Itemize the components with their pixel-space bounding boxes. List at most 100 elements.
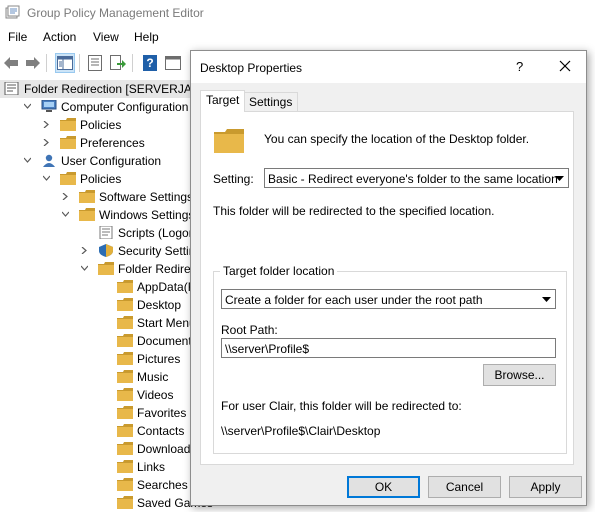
tree-item-label: Desktop — [137, 298, 182, 312]
apply-button[interactable]: Apply — [509, 476, 582, 498]
tree-item[interactable]: Start Menu — [0, 314, 200, 332]
cancel-button[interactable]: Cancel — [428, 476, 501, 498]
security-icon — [99, 244, 113, 257]
tree-item[interactable]: Folder Redirection [SERVERJAEH — [0, 80, 209, 98]
tree-item[interactable]: Policies — [0, 170, 200, 188]
browse-button[interactable]: Browse... — [483, 364, 556, 386]
title-bar: Group Policy Management Editor — [0, 0, 595, 26]
tree-item-label: Policies — [80, 172, 122, 186]
location-value: Create a folder for each user under the … — [225, 293, 483, 307]
tree-item-label: Start Menu — [137, 316, 196, 330]
folder-icon — [117, 370, 133, 383]
setting-value: Basic - Redirect everyone's folder to th… — [268, 172, 558, 186]
forward-icon — [26, 57, 40, 69]
root-path-value: \\server\Profile$ — [225, 342, 310, 356]
folder-icon — [79, 208, 95, 221]
chevron-right-icon[interactable] — [43, 139, 50, 146]
chevron-down-icon[interactable] — [81, 265, 88, 272]
tree-item[interactable]: Policies — [0, 116, 200, 134]
chevron-down-icon[interactable] — [43, 175, 50, 182]
menu-bar: File Action View Help — [0, 28, 595, 48]
tree-item[interactable]: Music — [0, 368, 200, 386]
folder-icon — [79, 190, 95, 203]
export-icon — [110, 55, 126, 70]
root-path-input[interactable]: \\server\Profile$ — [221, 338, 556, 358]
policy-icon — [4, 82, 19, 95]
tree-item-label: Documents — [137, 334, 198, 348]
tree-item[interactable]: Searches — [0, 476, 200, 494]
help-icon: ? — [143, 55, 157, 71]
chevron-down-icon[interactable] — [24, 157, 31, 164]
tab-target[interactable]: Target — [200, 90, 246, 112]
folder-icon — [117, 496, 133, 509]
tree-item[interactable]: Links — [0, 458, 200, 476]
menu-help[interactable]: Help — [134, 30, 159, 44]
chevron-down-icon[interactable] — [24, 103, 31, 110]
setting-dropdown[interactable]: Basic - Redirect everyone's folder to th… — [264, 168, 569, 188]
menu-action[interactable]: Action — [43, 30, 76, 44]
tree-item[interactable]: Software Settings — [0, 188, 200, 206]
tree-item[interactable]: Saved Games — [0, 494, 213, 512]
ok-button[interactable]: OK — [347, 476, 420, 498]
tree-item[interactable]: User Configuration — [0, 152, 200, 170]
tree-item[interactable]: Computer Configuration — [0, 98, 200, 116]
folder-icon — [117, 424, 133, 437]
chevron-down-icon — [538, 290, 555, 308]
user-info-text: For user Clair, this folder will be redi… — [221, 399, 462, 413]
tree-item-label: User Configuration — [61, 154, 162, 168]
folder-icon — [117, 442, 133, 455]
folder-icon — [117, 478, 133, 491]
toolbar-separator — [79, 54, 80, 72]
tree-item[interactable]: Downloads — [0, 440, 200, 458]
console-tree-icon — [165, 56, 181, 70]
tree-item[interactable]: Pictures — [0, 350, 200, 368]
menu-view[interactable]: View — [93, 30, 119, 44]
user-icon — [43, 154, 55, 167]
tree-item-label: Policies — [80, 118, 122, 132]
console-tree-button[interactable] — [163, 53, 183, 73]
tree-item-label: Searches — [137, 478, 188, 492]
tree-item[interactable]: Contacts — [0, 422, 200, 440]
tree-item[interactable]: Favorites — [0, 404, 200, 422]
folder-icon — [60, 136, 76, 149]
tree-item[interactable]: Preferences — [0, 134, 200, 152]
chevron-down-icon — [551, 169, 568, 187]
tree-item[interactable]: Desktop — [0, 296, 200, 314]
target-tab-panel: You can specify the location of the Desk… — [200, 111, 574, 465]
show-tree-button[interactable] — [55, 53, 75, 73]
dialog-title: Desktop Properties — [200, 61, 303, 75]
chevron-right-icon[interactable] — [62, 193, 69, 200]
tree-item-label: Preferences — [80, 136, 145, 150]
dialog-title-bar[interactable]: Desktop Properties ? — [191, 51, 586, 83]
tree-item[interactable]: Scripts (Logon/Lo — [0, 224, 212, 242]
back-button[interactable] — [1, 53, 21, 73]
chevron-down-icon[interactable] — [62, 211, 69, 218]
window-title: Group Policy Management Editor — [27, 6, 204, 20]
tree-item[interactable]: Documents — [0, 332, 200, 350]
root-path-label: Root Path: — [221, 323, 278, 337]
menu-file[interactable]: File — [8, 30, 27, 44]
chevron-right-icon[interactable] — [81, 247, 88, 254]
tree-item[interactable]: Folder Redirection — [0, 260, 216, 278]
tree-item[interactable]: AppData(Roa — [0, 278, 210, 296]
help-icon[interactable]: ? — [516, 59, 523, 74]
help-button[interactable]: ? — [140, 53, 160, 73]
tree-item-label: Computer Configuration — [61, 100, 189, 114]
forward-button[interactable] — [23, 53, 43, 73]
chevron-right-icon[interactable] — [43, 121, 50, 128]
close-icon[interactable] — [557, 58, 573, 74]
export-button[interactable] — [108, 53, 128, 73]
desktop-properties-dialog: Desktop Properties ? Target Settings You… — [190, 50, 587, 506]
tab-settings[interactable]: Settings — [243, 92, 299, 111]
intro-text: You can specify the location of the Desk… — [264, 132, 530, 146]
tree-item[interactable]: Videos — [0, 386, 200, 404]
tree-item[interactable]: Security Settings — [0, 242, 208, 260]
console-tree: Folder Redirection [SERVERJAEH Computer C… — [0, 80, 216, 512]
properties-button[interactable] — [85, 53, 105, 73]
toolbar-separator — [132, 54, 133, 72]
location-dropdown[interactable]: Create a folder for each user under the … — [221, 289, 556, 309]
folder-icon — [117, 388, 133, 401]
tree-item[interactable]: Windows Settings — [0, 206, 200, 224]
user-path-text: \\server\Profile$\Clair\Desktop — [221, 424, 381, 438]
folder-icon — [117, 352, 133, 365]
